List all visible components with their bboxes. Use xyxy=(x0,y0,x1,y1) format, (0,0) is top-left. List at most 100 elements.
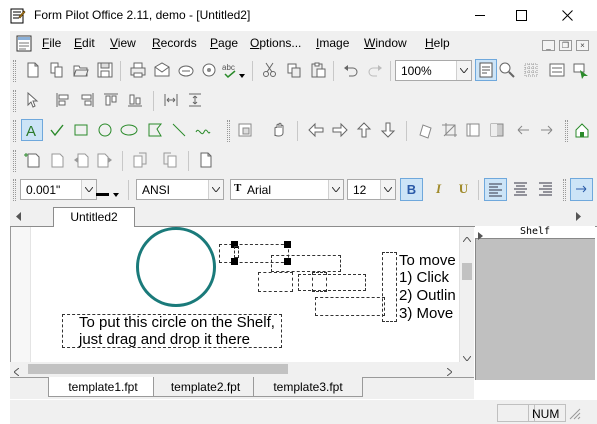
circle-shape[interactable] xyxy=(136,227,216,307)
menu-image[interactable]: Image xyxy=(316,36,349,50)
redo-icon[interactable] xyxy=(366,61,384,79)
align-bottom-icon[interactable] xyxy=(126,91,144,109)
ellipse-tool-icon[interactable] xyxy=(120,121,138,139)
hand-pan-icon[interactable] xyxy=(270,121,288,139)
align-text-right-button[interactable] xyxy=(535,178,558,201)
cut-icon[interactable] xyxy=(261,61,279,79)
menu-window[interactable]: Window xyxy=(364,36,407,50)
new-document-icon[interactable] xyxy=(24,61,42,79)
arrow-forward-icon[interactable] xyxy=(538,121,556,139)
chevron-down-icon[interactable] xyxy=(208,180,223,199)
text-tool-icon[interactable]: A xyxy=(21,119,43,141)
freehand-tool-icon[interactable] xyxy=(194,121,212,139)
deskew-icon[interactable] xyxy=(440,121,458,139)
space-vertical-icon[interactable] xyxy=(186,91,204,109)
line-color-picker[interactable] xyxy=(94,182,122,200)
scroll-thumb[interactable] xyxy=(28,364,288,374)
mdi-restore-icon[interactable]: ❐ xyxy=(559,40,572,51)
toolbar-grip[interactable] xyxy=(13,120,16,142)
tab-scroll-left-icon[interactable] xyxy=(16,210,22,224)
paste-icon[interactable] xyxy=(309,61,327,79)
toolbar-grip[interactable] xyxy=(565,120,568,142)
undo-icon[interactable] xyxy=(342,61,360,79)
chevron-down-icon[interactable] xyxy=(328,180,343,199)
shade-icon[interactable] xyxy=(488,121,506,139)
align-text-left-button[interactable] xyxy=(484,178,507,201)
chevron-down-icon[interactable] xyxy=(380,180,395,199)
scroll-up-icon[interactable] xyxy=(462,231,472,245)
open-folder-icon[interactable] xyxy=(72,61,90,79)
magnifier-icon[interactable] xyxy=(498,61,516,79)
resize-handle[interactable] xyxy=(231,258,238,265)
polygon-tool-icon[interactable] xyxy=(146,121,164,139)
rotate-image-icon[interactable] xyxy=(416,121,434,139)
size-grip-icon[interactable] xyxy=(567,406,587,422)
field-box[interactable] xyxy=(312,272,327,292)
grid-icon[interactable] xyxy=(522,61,540,79)
toolbar-grip[interactable] xyxy=(227,120,230,142)
align-right-icon[interactable] xyxy=(78,91,96,109)
resize-handle[interactable] xyxy=(284,241,291,248)
page-properties-icon[interactable] xyxy=(197,151,215,169)
arrow-down-icon[interactable] xyxy=(379,121,397,139)
tab-template1[interactable]: template1.fpt xyxy=(48,377,158,397)
select-arrow-icon[interactable] xyxy=(24,91,42,109)
underline-button[interactable]: U xyxy=(452,178,475,201)
rectangle-tool-icon[interactable] xyxy=(72,121,90,139)
copy-document-icon[interactable] xyxy=(48,61,66,79)
charset-select[interactable]: ANSI xyxy=(136,179,224,200)
menu-view[interactable]: View xyxy=(110,36,136,50)
delete-page-icon[interactable] xyxy=(48,151,66,169)
field-box[interactable] xyxy=(298,274,366,291)
italic-button[interactable]: I xyxy=(427,178,450,201)
arrow-back-icon[interactable] xyxy=(514,121,532,139)
toolbar-grip[interactable] xyxy=(13,150,16,172)
tab-template3[interactable]: template3.fpt xyxy=(253,377,363,397)
shelf-panel[interactable] xyxy=(475,226,595,380)
text-direction-button[interactable] xyxy=(570,178,593,201)
field-box[interactable] xyxy=(271,255,341,272)
tab-template2[interactable]: template2.fpt xyxy=(153,377,258,397)
menu-page[interactable]: Page xyxy=(210,36,238,50)
chevron-down-icon[interactable] xyxy=(456,61,471,80)
spellcheck-icon[interactable]: abc xyxy=(221,61,239,79)
mdi-close-icon[interactable]: × xyxy=(576,40,589,51)
menu-help[interactable]: Help xyxy=(425,36,450,50)
menu-edit[interactable]: Edit xyxy=(74,36,95,50)
form-icon[interactable] xyxy=(548,61,566,79)
scan-icon[interactable] xyxy=(177,61,195,79)
arrow-up-icon[interactable] xyxy=(355,121,373,139)
scroll-thumb[interactable] xyxy=(462,263,472,280)
page-frame-icon[interactable] xyxy=(464,121,482,139)
font-select[interactable]: T Arial xyxy=(230,179,344,200)
print-icon[interactable] xyxy=(129,61,147,79)
image-icon[interactable] xyxy=(201,61,219,79)
field-box[interactable] xyxy=(315,297,385,316)
zoom-select[interactable]: 100% xyxy=(395,60,472,81)
space-horizontal-icon[interactable] xyxy=(162,91,180,109)
field-box[interactable] xyxy=(258,272,293,292)
previous-page-icon[interactable] xyxy=(72,151,90,169)
close-button[interactable] xyxy=(544,0,590,31)
toolbar-grip[interactable] xyxy=(13,179,16,201)
line-tool-icon[interactable] xyxy=(170,121,188,139)
menu-options[interactable]: Options... xyxy=(250,36,301,50)
align-left-icon[interactable] xyxy=(54,91,72,109)
toolbar-grip[interactable] xyxy=(13,60,16,82)
line-width-select[interactable]: 0.001" xyxy=(20,179,97,200)
toolbar-grip[interactable] xyxy=(13,90,16,112)
mdi-minimize-icon[interactable]: _ xyxy=(542,40,555,51)
tab-scroll-right-icon[interactable] xyxy=(575,210,581,224)
arrow-right-icon[interactable] xyxy=(331,121,349,139)
checkmark-tool-icon[interactable] xyxy=(48,121,66,139)
save-icon[interactable] xyxy=(96,61,114,79)
horizontal-scrollbar[interactable] xyxy=(10,362,474,377)
field-box[interactable] xyxy=(234,246,239,258)
menu-file[interactable]: File xyxy=(42,36,61,50)
line-color-dropdown-icon[interactable] xyxy=(113,186,119,200)
menu-records[interactable]: Records xyxy=(152,36,197,50)
align-text-center-button[interactable] xyxy=(510,178,533,201)
circle-tool-icon[interactable] xyxy=(96,121,114,139)
align-top-icon[interactable] xyxy=(102,91,120,109)
page-layout-toggle[interactable] xyxy=(475,59,497,81)
